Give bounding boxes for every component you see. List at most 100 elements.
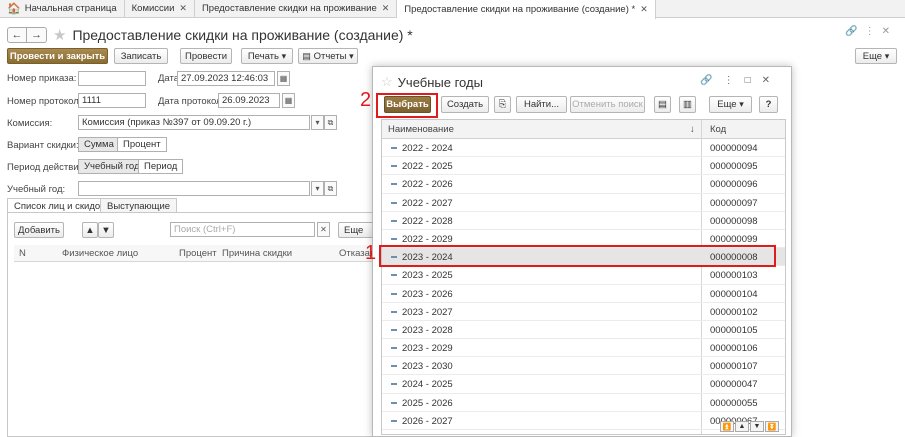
back-button[interactable]: ← <box>7 27 27 43</box>
dialog-more-button[interactable]: Еще ▾ <box>709 96 752 113</box>
copy-icon[interactable]: ⎘ <box>494 96 511 113</box>
reports-button[interactable]: ▤ Отчеты ▾ <box>298 48 358 64</box>
form-header: ← → ★ Предоставление скидки на проживани… <box>7 26 413 44</box>
sort-arrow-icon: ↓ <box>690 124 695 135</box>
dropdown-arrow-icon: ▾ <box>884 50 890 61</box>
dialog-window-controls[interactable]: 🔗⋮□✕ <box>700 75 781 86</box>
folder-icon[interactable]: ▥ <box>679 96 696 113</box>
table-row[interactable]: 2023 - 2028 000000105 <box>382 321 785 340</box>
close-icon[interactable]: ✕ <box>382 3 390 14</box>
school-years-table: Наименование ↓ Код 2022 - 2024 000000094 2… <box>381 119 786 435</box>
help-button[interactable]: ? <box>759 96 778 113</box>
save-button[interactable]: Записать <box>114 48 168 64</box>
col-percent[interactable]: Процент <box>179 248 217 259</box>
add-button[interactable]: Добавить <box>14 222 64 238</box>
col-person[interactable]: Физическое лицо <box>62 248 138 259</box>
row-code: 000000098 <box>710 215 758 227</box>
table-row[interactable]: 2023 - 2029 000000106 <box>382 339 785 358</box>
col-reason[interactable]: Причина скидки <box>222 248 292 259</box>
tab-discounts[interactable]: Предоставление скидки на проживание ✕ <box>195 0 398 17</box>
table-row[interactable]: 2023 - 2026 000000104 <box>382 285 785 303</box>
find-button[interactable]: Найти... <box>516 96 567 113</box>
forward-button[interactable]: → <box>27 27 47 43</box>
list-view-icon[interactable]: ▤ <box>654 96 671 113</box>
tab-home[interactable]: 🏠 Начальная страница <box>0 0 125 17</box>
move-down-icon[interactable]: ▼ <box>98 222 114 238</box>
calendar-icon[interactable]: ▦ <box>277 71 290 86</box>
row-code: 000000105 <box>710 324 758 336</box>
favorite-star-icon[interactable]: ★ <box>53 26 66 44</box>
row-code: 000000104 <box>710 288 758 300</box>
dropdown-arrow-icon[interactable]: ▾ <box>311 115 324 130</box>
search-input[interactable]: Поиск (Ctrl+F) <box>170 222 315 237</box>
date-input[interactable]: 27.09.2023 12:46:03 <box>177 71 275 86</box>
dialog-title: Учебные годы <box>397 74 483 90</box>
variant-percent-toggle[interactable]: Процент <box>117 137 167 152</box>
tab-commissions[interactable]: Комиссии ✕ <box>125 0 195 17</box>
table-row[interactable]: 2023 - 2025 000000103 <box>382 266 785 285</box>
favorite-star-icon[interactable]: ☆ <box>381 74 393 90</box>
col-n[interactable]: N <box>19 248 26 259</box>
report-icon: ▤ <box>302 50 311 61</box>
row-code: 000000102 <box>710 306 758 318</box>
table-row[interactable]: 2023 - 2027 000000102 <box>382 303 785 321</box>
close-icon[interactable]: ✕ <box>640 4 648 15</box>
col-code[interactable]: Код <box>710 124 726 135</box>
scroll-down-icon[interactable]: ▼ <box>750 421 764 432</box>
protocol-date-input[interactable]: 26.09.2023 <box>218 93 280 108</box>
close-icon[interactable]: ✕ <box>179 3 187 14</box>
order-no-input[interactable] <box>78 71 146 86</box>
tab-speakers[interactable]: Выступающие <box>100 198 178 213</box>
item-marker-icon <box>391 419 397 422</box>
col-name[interactable]: Наименование <box>388 124 454 135</box>
print-button[interactable]: Печать ▾ <box>241 48 293 64</box>
row-name: 2023 - 2029 <box>402 343 453 355</box>
dropdown-arrow-icon[interactable]: ▾ <box>311 181 324 196</box>
table-body: 2022 - 2024 000000094 2022 - 2025 000000095… <box>382 139 785 430</box>
commission-input[interactable]: Комиссия (приказ №397 от 09.09.20 г.) <box>78 115 310 130</box>
post-and-close-button[interactable]: Провести и закрыть <box>7 48 108 64</box>
school-year-label: Учебный год: <box>7 184 66 195</box>
post-button[interactable]: Провести <box>180 48 232 64</box>
row-name: 2023 - 2027 <box>402 306 453 318</box>
scroll-up-icon[interactable]: ▲ <box>735 421 749 432</box>
school-year-input[interactable] <box>78 181 310 196</box>
more-button[interactable]: Еще ▾ <box>855 48 897 64</box>
row-code: 000000095 <box>710 161 758 173</box>
table-row[interactable]: 2022 - 2027 000000097 <box>382 194 785 212</box>
discount-variant-label: Вариант скидки: <box>7 140 79 151</box>
tab-discount-list[interactable]: Список лиц и скидок <box>7 198 112 213</box>
create-button[interactable]: Создать <box>441 96 489 113</box>
table-row[interactable]: 2024 - 2025 000000047 <box>382 375 785 394</box>
row-name: 2022 - 2024 <box>402 143 453 154</box>
table-row[interactable]: 2022 - 2025 000000095 <box>382 157 785 176</box>
scroll-controls: ⏫ ▲ ▼ ⏬ <box>719 421 779 432</box>
table-row[interactable]: 2025 - 2026 000000055 <box>382 394 785 412</box>
period-period-toggle[interactable]: Период <box>138 159 184 174</box>
list-header: N Физическое лицо Процент Причина скидки… <box>14 245 379 262</box>
period-year-toggle[interactable]: Учебный год <box>78 159 146 174</box>
variant-sum-toggle[interactable]: Сумма <box>78 137 120 152</box>
step-2-label: 2 <box>360 89 372 111</box>
open-link-icon[interactable]: ⧉ <box>324 115 337 130</box>
protocol-no-input[interactable]: 1111 <box>78 93 146 108</box>
move-up-icon[interactable]: ▲ <box>82 222 98 238</box>
table-row[interactable]: 2022 - 2028 000000098 <box>382 212 785 230</box>
table-row[interactable]: 2022 - 2024 000000094 <box>382 139 785 158</box>
row-code: 000000107 <box>710 361 758 373</box>
scroll-bottom-icon[interactable]: ⏬ <box>765 421 779 432</box>
table-row[interactable]: 2023 - 2030 000000107 <box>382 357 785 376</box>
row-name: 2023 - 2030 <box>402 361 453 373</box>
table-row[interactable]: 2022 - 2026 000000096 <box>382 175 785 194</box>
dropdown-arrow-icon: ▾ <box>349 50 354 61</box>
open-link-icon[interactable]: ⧉ <box>324 181 337 196</box>
calendar-icon[interactable]: ▦ <box>282 93 295 108</box>
tab-discount-create[interactable]: Предоставление скидки на проживание (соз… <box>397 0 656 19</box>
list-more-button[interactable]: Еще <box>338 222 374 238</box>
row-name: 2022 - 2028 <box>402 215 453 227</box>
scroll-top-icon[interactable]: ⏫ <box>720 421 734 432</box>
form-window-controls[interactable]: 🔗⋮✕ <box>845 26 897 37</box>
clear-search-icon[interactable]: ✕ <box>317 222 330 237</box>
item-marker-icon <box>391 219 397 222</box>
cancel-search-button[interactable]: Отменить поиск <box>570 96 645 113</box>
